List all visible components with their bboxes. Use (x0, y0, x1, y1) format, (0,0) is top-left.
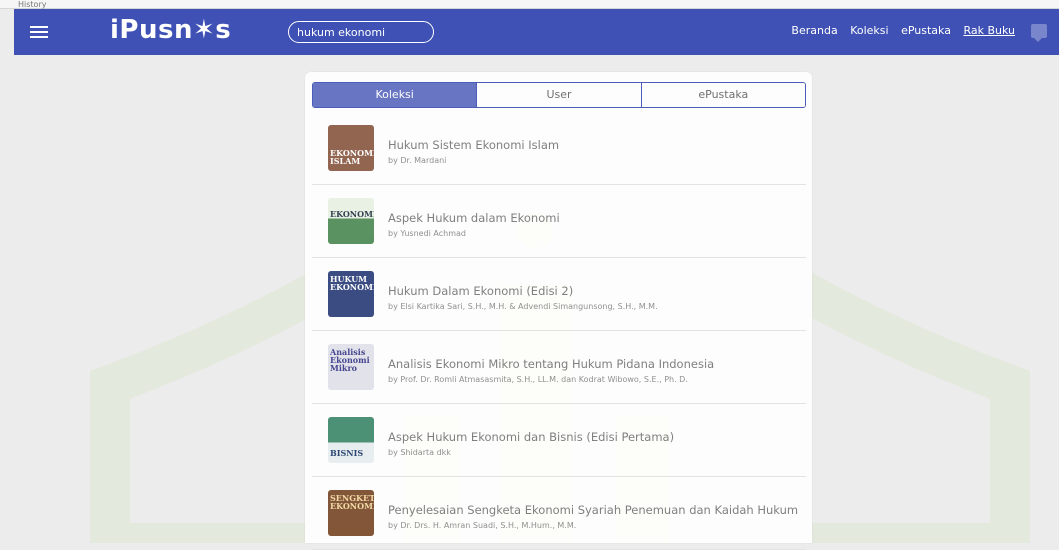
book-title[interactable]: Hukum Dalam Ekonomi (Edisi 2) (388, 284, 573, 298)
book-cover-image: BISNIS (328, 417, 374, 463)
nav-link-beranda[interactable]: Beranda (791, 24, 837, 37)
book-cover-image: EKONOMI ISLAM (328, 125, 374, 171)
hamburger-menu-icon[interactable] (30, 23, 48, 41)
search-results-card: Koleksi User ePustaka EKONOMI ISLAM Huku… (305, 72, 812, 550)
book-author: by Yusnedi Achmad (388, 229, 466, 238)
book-author: by Dr. Mardani (388, 156, 447, 165)
result-item[interactable]: Analisis Ekonomi Mikro Analisis Ekonomi … (312, 331, 806, 404)
nav-link-epustaka[interactable]: ePustaka (901, 24, 951, 37)
book-title[interactable]: Analisis Ekonomi Mikro tentang Hukum Pid… (388, 357, 714, 371)
book-title[interactable]: Hukum Sistem Ekonomi Islam (388, 138, 559, 152)
tab-user[interactable]: User (476, 83, 641, 107)
nav-link-koleksi[interactable]: Koleksi (850, 24, 888, 37)
result-tabs: Koleksi User ePustaka (312, 82, 806, 108)
search-input[interactable] (288, 21, 434, 43)
result-item[interactable]: EKONOMI Aspek Hukum dalam Ekonomi by Yus… (312, 185, 806, 258)
book-title[interactable]: Aspek Hukum Ekonomi dan Bisnis (Edisi Pe… (388, 430, 674, 444)
result-item[interactable]: HUKUM EKONOMI Hukum Dalam Ekonomi (Edisi… (312, 258, 806, 331)
book-cover-image: HUKUM EKONOMI (328, 271, 374, 317)
window-title-bar: History (0, 0, 1059, 9)
book-author: by Elsi Kartika Sari, S.H., M.H. & Adven… (388, 302, 658, 311)
window-title: History (18, 0, 47, 9)
app-logo[interactable]: iPusn✶s (110, 15, 231, 45)
result-item[interactable]: BISNIS Aspek Hukum Ekonomi dan Bisnis (E… (312, 404, 806, 477)
book-cover-image: Analisis Ekonomi Mikro (328, 344, 374, 390)
tab-epustaka[interactable]: ePustaka (640, 83, 805, 107)
book-author: by Prof. Dr. Romli Atmasasmita, S.H., LL… (388, 375, 688, 384)
nav-link-rak-buku[interactable]: Rak Buku (963, 24, 1015, 37)
result-item[interactable]: SENGKETA EKONOMI Penyelesaian Sengketa E… (312, 477, 806, 550)
result-item[interactable]: EKONOMI ISLAM Hukum Sistem Ekonomi Islam… (312, 112, 806, 185)
top-navbar: iPusn✶s Beranda Koleksi ePustaka Rak Buk… (14, 9, 1059, 55)
book-title[interactable]: Penyelesaian Sengketa Ekonomi Syariah Pe… (388, 503, 798, 517)
results-list: EKONOMI ISLAM Hukum Sistem Ekonomi Islam… (312, 112, 806, 550)
chat-icon[interactable] (1031, 24, 1047, 42)
book-cover-image: EKONOMI (328, 198, 374, 244)
book-author: by Dr. Drs. H. Amran Suadi, S.H., M.Hum.… (388, 521, 577, 530)
tab-koleksi[interactable]: Koleksi (313, 83, 477, 107)
book-author: by Shidarta dkk (388, 448, 451, 457)
book-cover-image: SENGKETA EKONOMI (328, 490, 374, 536)
book-title[interactable]: Aspek Hukum dalam Ekonomi (388, 211, 560, 225)
nav-links: Beranda Koleksi ePustaka Rak Buku (782, 24, 1015, 37)
